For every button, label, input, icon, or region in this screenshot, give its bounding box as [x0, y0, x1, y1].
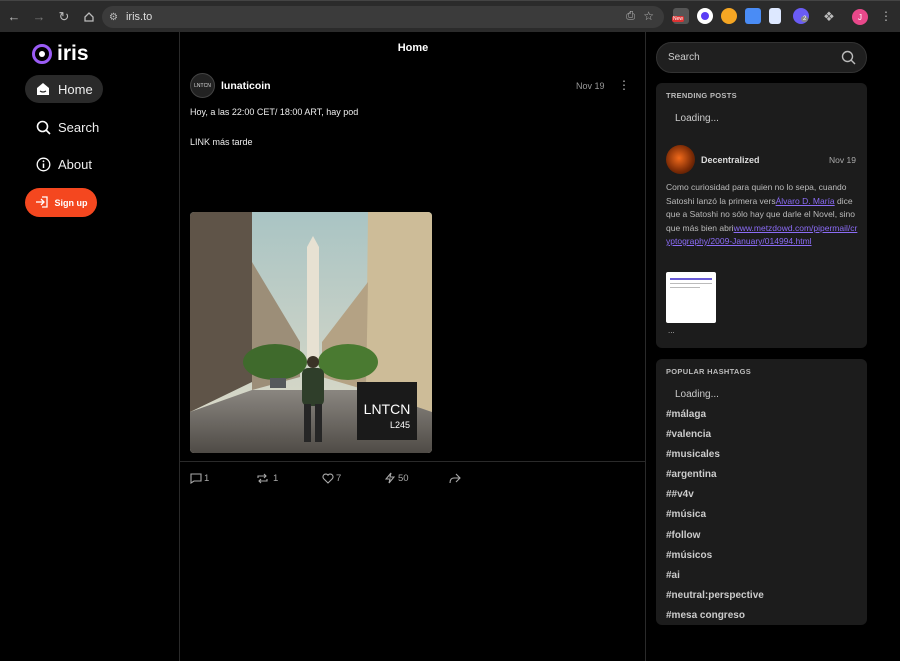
browser-menu-icon[interactable]: ⋮: [880, 9, 892, 23]
post-author[interactable]: lunaticoin: [221, 80, 271, 92]
login-arrow-icon: [35, 195, 48, 210]
extension-count-badge: 2: [801, 16, 809, 22]
like-button[interactable]: 7: [322, 472, 385, 484]
zap-count: 50: [398, 472, 409, 484]
hashtag-item[interactable]: #argentina: [666, 469, 717, 480]
avatar-text: LNTCN: [194, 82, 211, 89]
home-icon: [35, 81, 51, 97]
extension-translate-icon[interactable]: [745, 8, 761, 24]
profile-avatar[interactable]: J: [852, 9, 868, 25]
feed: Home LNTCN lunaticoin Nov 19 ⋮ Hoy, a la…: [180, 32, 646, 661]
hashtag-item[interactable]: #música: [666, 509, 706, 520]
sidebar-item-home[interactable]: Home: [25, 75, 103, 103]
hashtag-item[interactable]: #músicos: [666, 550, 712, 561]
sidebar-item-about[interactable]: About: [25, 150, 102, 178]
reply-count: 1: [204, 472, 210, 484]
trending-author[interactable]: Decentralized: [701, 155, 760, 165]
extension-docs-icon[interactable]: [769, 8, 781, 24]
hashtag-item[interactable]: #mesa congreso: [666, 610, 745, 621]
share-icon: [449, 473, 461, 483]
image-sign-title: LNTCN: [364, 401, 411, 417]
signup-label: Sign up: [54, 197, 88, 208]
zap-button[interactable]: 50: [385, 472, 449, 484]
hashtag-item[interactable]: #follow: [666, 530, 700, 541]
forward-icon[interactable]: →: [28, 6, 50, 28]
post-actions: 1 1 7 50: [190, 472, 461, 484]
heart-icon: [322, 473, 334, 484]
iris-logo-icon: [32, 44, 52, 64]
signup-button[interactable]: Sign up: [25, 188, 97, 217]
hashtag-item[interactable]: #ai: [666, 570, 680, 581]
like-count: 7: [336, 472, 342, 484]
trending-more[interactable]: ...: [668, 326, 675, 335]
extension-nostr-icon[interactable]: [697, 8, 713, 24]
trending-loading: Loading...: [675, 113, 719, 124]
trending-avatar[interactable]: [666, 145, 695, 174]
extension-counter-icon[interactable]: 2: [793, 8, 809, 24]
sidebar: iris Home Search About Sign up: [0, 32, 180, 661]
zap-icon: [385, 472, 395, 484]
hashtag-item[interactable]: #málaga: [666, 409, 706, 420]
hashtag-item[interactable]: ##v4v: [666, 489, 694, 500]
trending-link-mention[interactable]: Álvaro D. María: [776, 196, 835, 206]
search-icon: [841, 50, 856, 68]
sidebar-item-label: Home: [58, 81, 93, 97]
post-text-line-1: Hoy, a las 22:00 CET/ 18:00 ART, hay pod: [190, 107, 359, 117]
bookmark-star-icon[interactable]: ☆: [643, 9, 654, 23]
repost-button[interactable]: 1: [256, 472, 322, 484]
hashtag-item[interactable]: #valencia: [666, 429, 711, 440]
trending-title: TRENDING POSTS: [666, 91, 737, 100]
post-image[interactable]: LNTCN L245: [190, 212, 432, 453]
right-panel: Search TRENDING POSTS Loading... Decentr…: [646, 32, 900, 661]
repost-count: 1: [273, 472, 279, 484]
extension-new-icon[interactable]: New: [672, 8, 689, 24]
home-nav-icon[interactable]: [78, 6, 100, 28]
sidebar-item-label: Search: [58, 119, 100, 135]
reply-icon: [190, 472, 202, 484]
hashtags-loading: Loading...: [675, 389, 719, 400]
popular-hashtags-card: POPULAR HASHTAGS Loading... #málaga #val…: [656, 359, 867, 625]
trending-text[interactable]: Como curiosidad para quien no lo sepa, c…: [666, 181, 861, 249]
post-date[interactable]: Nov 19: [576, 81, 605, 91]
site-settings-icon[interactable]: ⚙: [109, 12, 118, 23]
search-icon: [35, 119, 51, 135]
trending-thumbnail[interactable]: [666, 272, 716, 323]
sidebar-item-label: About: [58, 156, 92, 172]
url-text: iris.to: [125, 11, 153, 23]
post-menu-icon[interactable]: ⋮: [618, 78, 630, 92]
iris-logo[interactable]: iris: [32, 42, 89, 66]
profile-initial: J: [858, 12, 862, 22]
image-sign-sub: L245: [390, 420, 410, 430]
repost-icon: [257, 473, 268, 483]
search-input[interactable]: Search: [656, 42, 867, 73]
reply-button[interactable]: 1: [190, 472, 256, 484]
trending-posts-card: TRENDING POSTS Loading... Decentralized …: [656, 83, 867, 348]
new-badge: New: [672, 16, 685, 22]
post-text-line-2: LINK más tarde: [190, 137, 253, 147]
back-icon[interactable]: ←: [3, 6, 25, 28]
app: iris Home Search About Sign up Home LNTC…: [0, 32, 900, 661]
hashtag-item[interactable]: #musicales: [666, 449, 720, 460]
post[interactable]: LNTCN lunaticoin Nov 19 ⋮ Hoy, a las 22:…: [180, 70, 646, 484]
browser-toolbar: ← → ↻ ⚙ iris.to ⎙ ☆ New 2 ❖ J ⋮: [0, 0, 900, 32]
install-app-icon[interactable]: ⎙: [626, 10, 635, 23]
hashtags-title: POPULAR HASHTAGS: [666, 367, 752, 376]
info-icon: [35, 156, 51, 172]
extension-wallet-icon[interactable]: [721, 8, 737, 24]
logo-text: iris: [57, 42, 89, 65]
address-bar[interactable]: ⚙ iris.to ⎙ ☆: [102, 6, 664, 28]
extensions-puzzle-icon[interactable]: ❖: [818, 6, 840, 28]
post-avatar[interactable]: LNTCN: [190, 73, 215, 98]
sidebar-item-search[interactable]: Search: [25, 113, 109, 141]
share-button[interactable]: [449, 472, 461, 484]
reload-icon[interactable]: ↻: [53, 6, 75, 28]
page-title: Home: [397, 42, 429, 54]
hashtag-item[interactable]: #neutral:perspective: [666, 590, 764, 601]
trending-date[interactable]: Nov 19: [829, 155, 856, 165]
search-placeholder: Search: [668, 52, 700, 63]
